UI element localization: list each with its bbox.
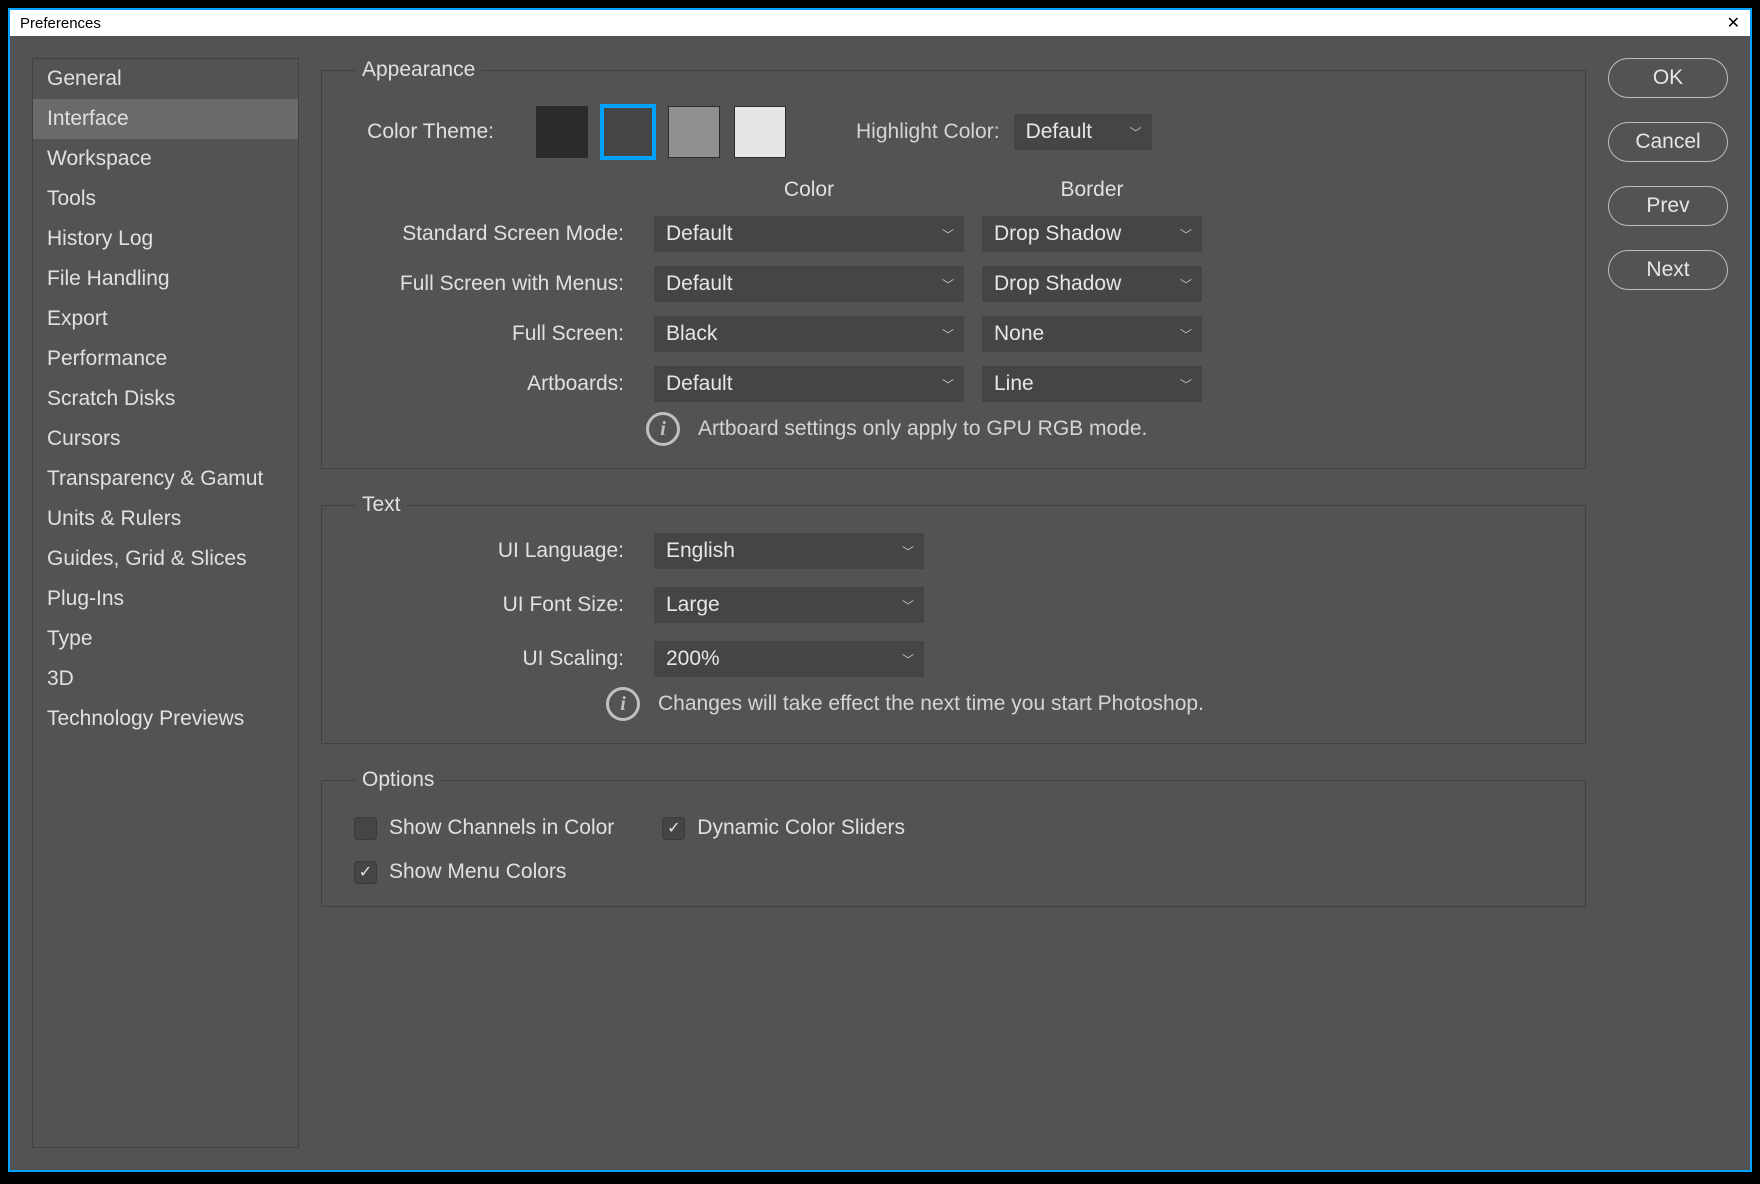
options-legend: Options [356,768,440,792]
checkbox-icon [354,817,377,840]
content-area: GeneralInterfaceWorkspaceToolsHistory Lo… [10,36,1750,1170]
color-theme-swatches [536,106,786,158]
checkbox-icon [662,817,685,840]
text-settings-grid: UI Language: English﹀ UI Font Size: Large﹀ U… [346,533,1561,677]
sidebar-item-scratch-disks[interactable]: Scratch Disks [33,379,298,419]
preferences-window: Preferences ✕ GeneralInterfaceWorkspaceT… [8,8,1752,1172]
sidebar-item-3d[interactable]: 3D [33,659,298,699]
chevron-down-icon: ﹀ [942,376,954,393]
cancel-button[interactable]: Cancel [1608,122,1728,162]
checkbox-dynamic-sliders[interactable]: Dynamic Color Sliders [662,816,905,840]
sidebar-item-export[interactable]: Export [33,299,298,339]
mode-label: Full Screen: [346,322,636,346]
mode-border-dropdown[interactable]: Line﹀ [982,366,1202,402]
mode-border-dropdown[interactable]: Drop Shadow﹀ [982,266,1202,302]
info-icon: i [606,687,640,721]
checkbox-show-channels[interactable]: Show Channels in Color [354,816,614,840]
sidebar-item-units-rulers[interactable]: Units & Rulers [33,499,298,539]
sidebar-item-performance[interactable]: Performance [33,339,298,379]
appearance-info-text: Artboard settings only apply to GPU RGB … [698,417,1147,441]
sidebar-item-transparency-gamut[interactable]: Transparency & Gamut [33,459,298,499]
text-setting-dropdown[interactable]: English﹀ [654,533,924,569]
text-group: Text UI Language: English﹀ UI Font Size: La… [321,493,1586,744]
next-button[interactable]: Next [1608,250,1728,290]
text-setting-label: UI Language: [346,539,636,563]
chevron-down-icon: ﹀ [902,597,914,614]
chevron-down-icon: ﹀ [1180,326,1192,343]
sidebar-item-history-log[interactable]: History Log [33,219,298,259]
titlebar: Preferences ✕ [10,10,1750,36]
highlight-color-dropdown[interactable]: Default ﹀ [1014,114,1152,150]
chevron-down-icon: ﹀ [1180,276,1192,293]
mode-label: Full Screen with Menus: [346,272,636,296]
chevron-down-icon: ﹀ [942,276,954,293]
border-column-header: Border [982,178,1202,202]
action-buttons: OK Cancel Prev Next [1608,58,1728,1148]
color-theme-swatch[interactable] [602,106,654,158]
mode-color-dropdown[interactable]: Black﹀ [654,316,964,352]
sidebar: GeneralInterfaceWorkspaceToolsHistory Lo… [32,58,299,1148]
appearance-legend: Appearance [356,58,481,82]
main-panel: Appearance Color Theme: Highlight Color:… [321,58,1586,1148]
chevron-down-icon: ﹀ [1180,226,1192,243]
highlight-color-label: Highlight Color: [856,120,1000,144]
color-theme-swatch[interactable] [734,106,786,158]
mode-border-dropdown[interactable]: Drop Shadow﹀ [982,216,1202,252]
text-info-text: Changes will take effect the next time y… [658,692,1204,716]
sidebar-item-cursors[interactable]: Cursors [33,419,298,459]
text-legend: Text [356,493,407,517]
chevron-down-icon: ﹀ [1130,124,1142,141]
mode-color-dropdown[interactable]: Default﹀ [654,366,964,402]
chevron-down-icon: ﹀ [1180,376,1192,393]
checkbox-icon [354,861,377,884]
text-setting-label: UI Scaling: [346,647,636,671]
mode-color-dropdown[interactable]: Default﹀ [654,216,964,252]
options-group: Options Show Channels in Color Dynamic C… [321,768,1586,907]
sidebar-item-general[interactable]: General [33,59,298,99]
text-setting-dropdown[interactable]: Large﹀ [654,587,924,623]
checkbox-show-menu-colors[interactable]: Show Menu Colors [354,860,566,884]
screen-mode-grid: Color Border Standard Screen Mode: Defaul… [346,178,1561,402]
sidebar-item-file-handling[interactable]: File Handling [33,259,298,299]
mode-border-dropdown[interactable]: None﹀ [982,316,1202,352]
sidebar-item-technology-previews[interactable]: Technology Previews [33,699,298,739]
info-icon: i [646,412,680,446]
chevron-down-icon: ﹀ [902,651,914,668]
chevron-down-icon: ﹀ [902,543,914,560]
mode-label: Artboards: [346,372,636,396]
mode-label: Standard Screen Mode: [346,222,636,246]
sidebar-item-plug-ins[interactable]: Plug-Ins [33,579,298,619]
appearance-group: Appearance Color Theme: Highlight Color:… [321,58,1586,469]
chevron-down-icon: ﹀ [942,326,954,343]
sidebar-item-tools[interactable]: Tools [33,179,298,219]
text-setting-label: UI Font Size: [346,593,636,617]
window-title: Preferences [20,15,101,32]
sidebar-item-guides-grid-slices[interactable]: Guides, Grid & Slices [33,539,298,579]
text-setting-dropdown[interactable]: 200%﹀ [654,641,924,677]
color-theme-swatch[interactable] [536,106,588,158]
color-theme-swatch[interactable] [668,106,720,158]
mode-color-dropdown[interactable]: Default﹀ [654,266,964,302]
ok-button[interactable]: OK [1608,58,1728,98]
sidebar-item-interface[interactable]: Interface [33,99,298,139]
close-icon[interactable]: ✕ [1727,13,1740,33]
prev-button[interactable]: Prev [1608,186,1728,226]
color-column-header: Color [654,178,964,202]
chevron-down-icon: ﹀ [942,226,954,243]
sidebar-item-type[interactable]: Type [33,619,298,659]
sidebar-item-workspace[interactable]: Workspace [33,139,298,179]
color-theme-label: Color Theme: [346,120,506,144]
